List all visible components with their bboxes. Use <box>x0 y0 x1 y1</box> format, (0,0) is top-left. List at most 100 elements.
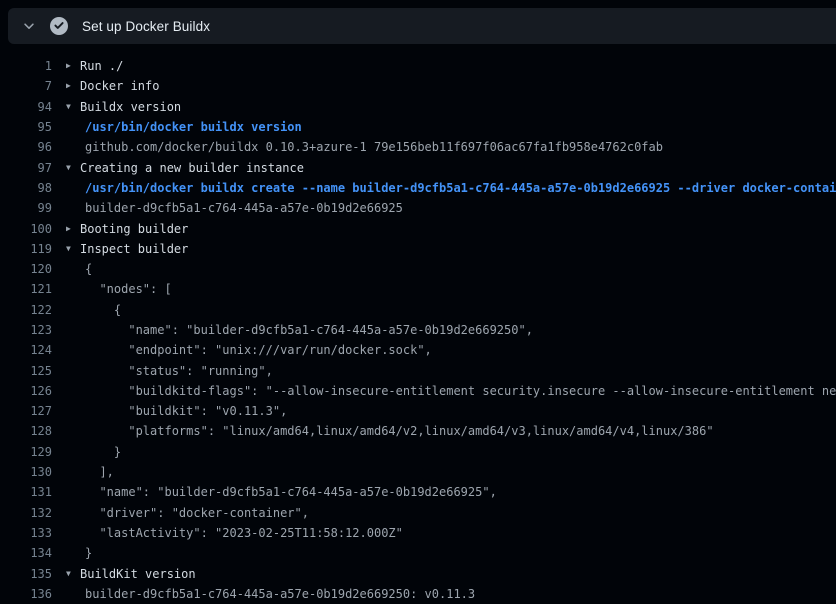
line-number[interactable]: 7 <box>0 79 52 93</box>
log-line[interactable]: 100 ▶Booting builder <box>0 218 836 238</box>
group-title: BuildKit version <box>80 567 196 581</box>
log-line: 131 "name": "builder-d9cfb5a1-c764-445a-… <box>0 482 836 502</box>
line-content: { <box>52 303 121 317</box>
collapse-group-icon[interactable]: ▼ <box>66 245 80 253</box>
log-line: 124 "endpoint": "unix:///var/run/docker.… <box>0 340 836 360</box>
output-text: "nodes": [ <box>85 282 172 296</box>
line-number[interactable]: 99 <box>0 201 52 215</box>
line-content: ▼Inspect builder <box>52 242 188 256</box>
log-line: 98/usr/bin/docker buildx create --name b… <box>0 178 836 198</box>
output-text: { <box>85 303 121 317</box>
log-line: 128 "platforms": "linux/amd64,linux/amd6… <box>0 421 836 441</box>
line-number[interactable]: 133 <box>0 526 52 540</box>
line-content: ▼Creating a new builder instance <box>52 161 304 175</box>
line-content: ▶Docker info <box>52 79 159 93</box>
log-line: 125 "status": "running", <box>0 360 836 380</box>
line-content: ▼BuildKit version <box>52 567 196 581</box>
output-text: "endpoint": "unix:///var/run/docker.sock… <box>85 343 432 357</box>
expand-group-icon[interactable]: ▶ <box>66 225 80 233</box>
line-content: "nodes": [ <box>52 282 172 296</box>
group-title: Buildx version <box>80 100 181 114</box>
log-line[interactable]: 135▼BuildKit version <box>0 563 836 583</box>
line-number[interactable]: 120 <box>0 262 52 276</box>
line-content: } <box>52 546 92 560</box>
line-content: "endpoint": "unix:///var/run/docker.sock… <box>52 343 432 357</box>
line-number[interactable]: 98 <box>0 181 52 195</box>
output-text: "lastActivity": "2023-02-25T11:58:12.000… <box>85 526 403 540</box>
line-content: ], <box>52 465 114 479</box>
line-content: } <box>52 445 121 459</box>
output-text: "name": "builder-d9cfb5a1-c764-445a-a57e… <box>85 323 533 337</box>
line-content: builder-d9cfb5a1-c764-445a-a57e-0b19d2e6… <box>52 201 403 215</box>
line-number[interactable]: 1 <box>0 59 52 73</box>
log-line: 130 ], <box>0 462 836 482</box>
line-content: github.com/docker/buildx 0.10.3+azure-1 … <box>52 140 663 154</box>
group-title: Booting builder <box>80 222 188 236</box>
line-content: /usr/bin/docker buildx version <box>52 120 302 134</box>
collapse-group-icon[interactable]: ▼ <box>66 103 80 111</box>
log-line[interactable]: 94 ▼Buildx version <box>0 97 836 117</box>
expand-group-icon[interactable]: ▶ <box>66 82 80 90</box>
line-number[interactable]: 131 <box>0 485 52 499</box>
collapse-group-icon[interactable]: ▼ <box>66 164 80 172</box>
line-content: builder-d9cfb5a1-c764-445a-a57e-0b19d2e6… <box>52 587 475 601</box>
log-line[interactable]: 97▼Creating a new builder instance <box>0 157 836 177</box>
line-number[interactable]: 121 <box>0 282 52 296</box>
output-text: ], <box>85 465 114 479</box>
line-number[interactable]: 126 <box>0 384 52 398</box>
log-line[interactable]: 1▶Run ./ <box>0 56 836 76</box>
line-content: "status": "running", <box>52 364 273 378</box>
line-number[interactable]: 95 <box>0 120 52 134</box>
line-number[interactable]: 135 <box>0 567 52 581</box>
collapse-group-icon[interactable]: ▼ <box>66 570 80 578</box>
log-line: 133 "lastActivity": "2023-02-25T11:58:12… <box>0 523 836 543</box>
log-line: 136builder-d9cfb5a1-c764-445a-a57e-0b19d… <box>0 584 836 604</box>
line-content: "name": "builder-d9cfb5a1-c764-445a-a57e… <box>52 323 533 337</box>
output-text: "platforms": "linux/amd64,linux/amd64/v2… <box>85 424 714 438</box>
line-number[interactable]: 123 <box>0 323 52 337</box>
log-line: 99builder-d9cfb5a1-c764-445a-a57e-0b19d2… <box>0 198 836 218</box>
log-line: 129 } <box>0 442 836 462</box>
output-text: "driver": "docker-container", <box>85 506 309 520</box>
line-number[interactable]: 129 <box>0 445 52 459</box>
output-text: } <box>85 445 121 459</box>
line-number[interactable]: 125 <box>0 364 52 378</box>
step-header[interactable]: Set up Docker Buildx <box>8 8 836 44</box>
line-number[interactable]: 122 <box>0 303 52 317</box>
line-number[interactable]: 94 <box>0 100 52 114</box>
line-number[interactable]: 130 <box>0 465 52 479</box>
command-text: /usr/bin/docker buildx version <box>85 120 302 134</box>
step-title: Set up Docker Buildx <box>82 19 210 34</box>
line-number[interactable]: 97 <box>0 161 52 175</box>
output-text: "status": "running", <box>85 364 273 378</box>
line-number[interactable]: 132 <box>0 506 52 520</box>
expand-group-icon[interactable]: ▶ <box>66 62 80 70</box>
line-content: "buildkitd-flags": "--allow-insecure-ent… <box>52 384 836 398</box>
log-line: 95/usr/bin/docker buildx version <box>0 117 836 137</box>
line-number[interactable]: 100 <box>0 222 52 236</box>
log-line: 96 github.com/docker/buildx 0.10.3+azure-… <box>0 137 836 157</box>
line-number[interactable]: 128 <box>0 424 52 438</box>
log-line: 127 "buildkit": "v0.11.3", <box>0 401 836 421</box>
output-text: } <box>85 546 92 560</box>
log-line[interactable]: 119▼Inspect builder <box>0 239 836 259</box>
line-number[interactable]: 96 <box>0 140 52 154</box>
log-line: 123 "name": "builder-d9cfb5a1-c764-445a-… <box>0 320 836 340</box>
line-number[interactable]: 136 <box>0 587 52 601</box>
line-number[interactable]: 124 <box>0 343 52 357</box>
command-text: /usr/bin/docker buildx create --name bui… <box>85 181 836 195</box>
line-number[interactable]: 134 <box>0 546 52 560</box>
log-line: 126 "buildkitd-flags": "--allow-insecure… <box>0 381 836 401</box>
log-line[interactable]: 7▶Docker info <box>0 76 836 96</box>
group-title: Docker info <box>80 79 159 93</box>
output-text: { <box>85 262 92 276</box>
output-text: github.com/docker/buildx 0.10.3+azure-1 … <box>85 140 663 154</box>
line-content: "name": "builder-d9cfb5a1-c764-445a-a57e… <box>52 485 497 499</box>
line-number[interactable]: 127 <box>0 404 52 418</box>
line-content: "driver": "docker-container", <box>52 506 309 520</box>
group-title: Inspect builder <box>80 242 188 256</box>
chevron-down-icon[interactable] <box>22 19 36 33</box>
line-number[interactable]: 119 <box>0 242 52 256</box>
group-title: Creating a new builder instance <box>80 161 304 175</box>
line-content: "lastActivity": "2023-02-25T11:58:12.000… <box>52 526 403 540</box>
